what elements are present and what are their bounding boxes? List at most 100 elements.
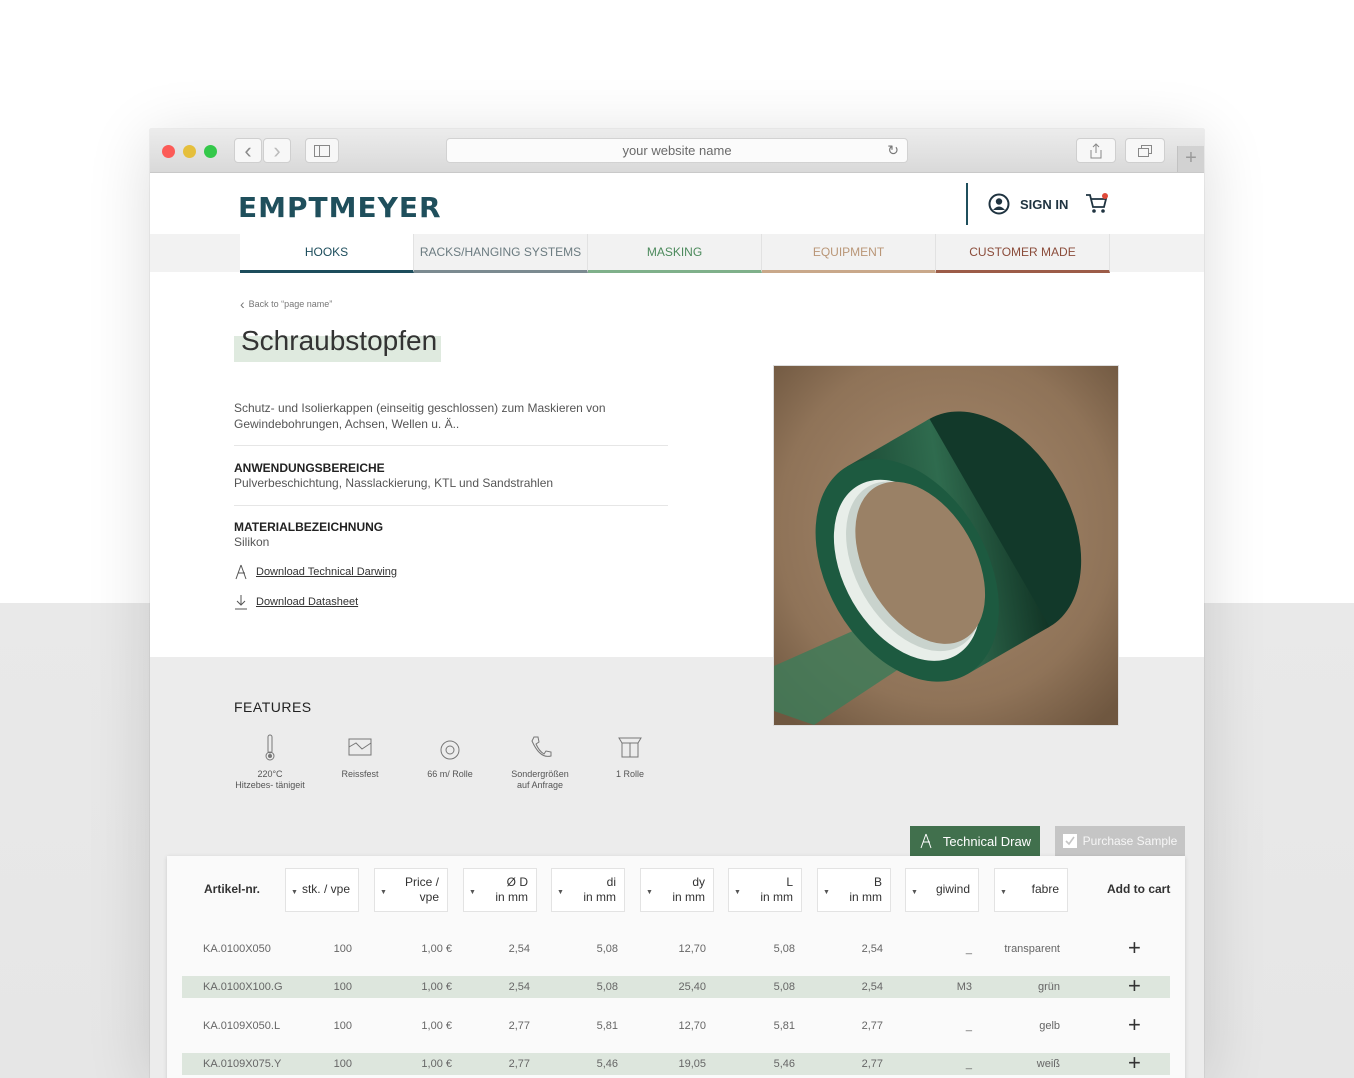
divider xyxy=(234,505,668,506)
column-header-label: giwind xyxy=(935,882,970,896)
table-cell-art: KA.0100X050 xyxy=(203,943,271,955)
feature-heat-resistance: 220°C Hitzebes- tänigeit xyxy=(225,733,315,791)
sort-arrow-icon: ▼ xyxy=(557,889,564,896)
compass-icon xyxy=(920,833,932,849)
sidebar-icon xyxy=(314,144,330,157)
nav-item-masking[interactable]: MASKING xyxy=(588,234,762,273)
table-cell-g: _ xyxy=(965,943,972,955)
brand-logo[interactable]: EMPTMEYER xyxy=(238,191,442,224)
table-cell-l: 5,08 xyxy=(773,981,795,993)
column-header-label: Ø D in mm xyxy=(495,875,528,904)
add-to-cart-icon[interactable]: + xyxy=(1128,936,1141,960)
add-to-cart-icon[interactable]: + xyxy=(1128,974,1141,998)
sort-arrow-icon: ▼ xyxy=(469,889,476,896)
table-cell-di: 5,08 xyxy=(596,943,618,955)
tabs-button[interactable] xyxy=(1125,138,1165,163)
technical-draw-button[interactable]: Technical Draw xyxy=(910,826,1040,856)
table-cell-stk: 100 xyxy=(333,1058,352,1070)
sidebar-toggle-button[interactable] xyxy=(305,138,339,163)
nav-item-customer-made[interactable]: CUSTOMER MADE xyxy=(936,234,1110,273)
back-link[interactable]: ‹ Back to “page name” xyxy=(240,296,332,312)
sign-in-link[interactable]: SIGN IN xyxy=(988,193,1068,215)
column-header-b[interactable]: ▼ B in mm xyxy=(817,868,891,912)
nav-item-hooks[interactable]: HOOKS xyxy=(240,234,414,273)
reload-icon[interactable]: ↻ xyxy=(887,139,899,162)
column-header-label: dy in mm xyxy=(672,875,705,904)
table-cell-art: KA.0100X100.G xyxy=(203,981,283,993)
chevron-left-icon: ‹ xyxy=(244,137,252,163)
column-header-fabre[interactable]: ▼ fabre xyxy=(994,868,1068,912)
box-icon xyxy=(618,737,642,758)
sort-arrow-icon: ▼ xyxy=(291,889,298,896)
sort-arrow-icon: ▼ xyxy=(646,889,653,896)
column-header-d[interactable]: ▼ Ø D in mm xyxy=(463,868,537,912)
table-cell-f: transparent xyxy=(1004,943,1060,955)
new-tab-button[interactable]: + xyxy=(1177,146,1204,172)
feature-label: 220°C Hitzebes- tänigeit xyxy=(235,769,305,790)
table-cell-art: KA.0109X075.Y xyxy=(203,1058,282,1070)
add-to-cart-icon[interactable]: + xyxy=(1128,1051,1141,1075)
sort-arrow-icon: ▼ xyxy=(823,889,830,896)
column-header-label: stk. / vpe xyxy=(301,882,350,896)
product-title: Schraubstopfen xyxy=(241,325,438,356)
divider xyxy=(234,445,668,446)
column-header-label: di in mm xyxy=(583,875,616,904)
checkbox-icon xyxy=(1062,834,1077,848)
table-cell-l: 5,81 xyxy=(773,1020,795,1032)
add-to-cart-icon[interactable]: + xyxy=(1128,1013,1141,1037)
download-datasheet-link[interactable]: Download Datasheet xyxy=(234,594,358,610)
sort-arrow-icon: ▼ xyxy=(734,889,741,896)
nav-item-equipment[interactable]: EQUIPMENT xyxy=(762,234,936,273)
table-cell-dy: 12,70 xyxy=(678,943,706,955)
thermometer-icon xyxy=(265,734,275,761)
nav-item-racks-hanging-systems[interactable]: RACKS/HANGING SYSTEMS xyxy=(414,234,588,273)
share-button[interactable] xyxy=(1076,138,1116,163)
download-technical-drawing-link[interactable]: Download Technical Darwing xyxy=(234,564,397,580)
table-cell-f: gelb xyxy=(1039,1020,1060,1032)
table-cell-di: 5,46 xyxy=(596,1058,618,1070)
compass-icon xyxy=(235,564,247,580)
material-label: MATERIALBEZEICHNUNG xyxy=(234,520,384,534)
column-header-add-to-cart: Add to cart xyxy=(1107,882,1171,896)
table-cell-g: _ xyxy=(965,1020,972,1032)
table-cell-d: 2,54 xyxy=(508,981,530,993)
browser-window: ‹ › your website name ↻ + EMPTMEYER SIGN… xyxy=(150,129,1204,1078)
user-icon xyxy=(988,193,1010,215)
feature-tear-resistant: Reissfest xyxy=(315,733,405,780)
column-header-di[interactable]: ▼ di in mm xyxy=(551,868,625,912)
table-cell-b: 2,77 xyxy=(861,1058,883,1070)
material-value: Silikon xyxy=(234,535,270,549)
column-header-l[interactable]: ▼ L in mm xyxy=(728,868,802,912)
plus-icon: + xyxy=(1185,147,1197,169)
download-datasheet-label: Download Datasheet xyxy=(256,596,359,608)
sort-arrow-icon: ▼ xyxy=(911,889,918,896)
cart-button[interactable] xyxy=(1085,193,1109,220)
column-header-artikel: Artikel-nr. xyxy=(204,882,261,896)
column-header-price[interactable]: ▼ Price / vpe xyxy=(374,868,448,912)
table-cell-b: 2,54 xyxy=(861,943,883,955)
close-window-button[interactable] xyxy=(162,145,175,158)
back-link-label: Back to “page name” xyxy=(248,299,333,309)
purchase-sample-button[interactable]: Purchase Sample xyxy=(1055,826,1185,856)
table-cell-price: 1,00 € xyxy=(421,981,452,993)
sign-in-label: SIGN IN xyxy=(1020,196,1069,212)
header-divider xyxy=(966,183,968,225)
column-header-stk-vpe[interactable]: ▼ stk. / vpe xyxy=(285,868,359,912)
column-header-giwind[interactable]: ▼ giwind xyxy=(905,868,979,912)
address-bar[interactable]: your website name ↻ xyxy=(446,138,908,163)
sort-arrow-icon: ▼ xyxy=(1000,889,1007,896)
chevron-right-icon: › xyxy=(273,137,281,163)
table-cell-l: 5,08 xyxy=(773,943,795,955)
back-button[interactable]: ‹ xyxy=(234,138,262,163)
forward-button[interactable]: › xyxy=(263,138,291,163)
tabs-icon xyxy=(1138,144,1152,157)
maximize-window-button[interactable] xyxy=(204,145,217,158)
roll-icon xyxy=(440,740,460,760)
column-header-label: L in mm xyxy=(760,875,793,904)
minimize-window-button[interactable] xyxy=(183,145,196,158)
table-row: KA.0100X100.G 100 1,00 € 2,54 5,08 25,40 5,08 2… xyxy=(182,974,1170,998)
column-header-dy[interactable]: ▼ dy in mm xyxy=(640,868,714,912)
purchase-sample-label: Purchase Sample xyxy=(1082,834,1178,848)
table-cell-dy: 25,40 xyxy=(678,981,706,993)
table-cell-d: 2,77 xyxy=(508,1020,530,1032)
